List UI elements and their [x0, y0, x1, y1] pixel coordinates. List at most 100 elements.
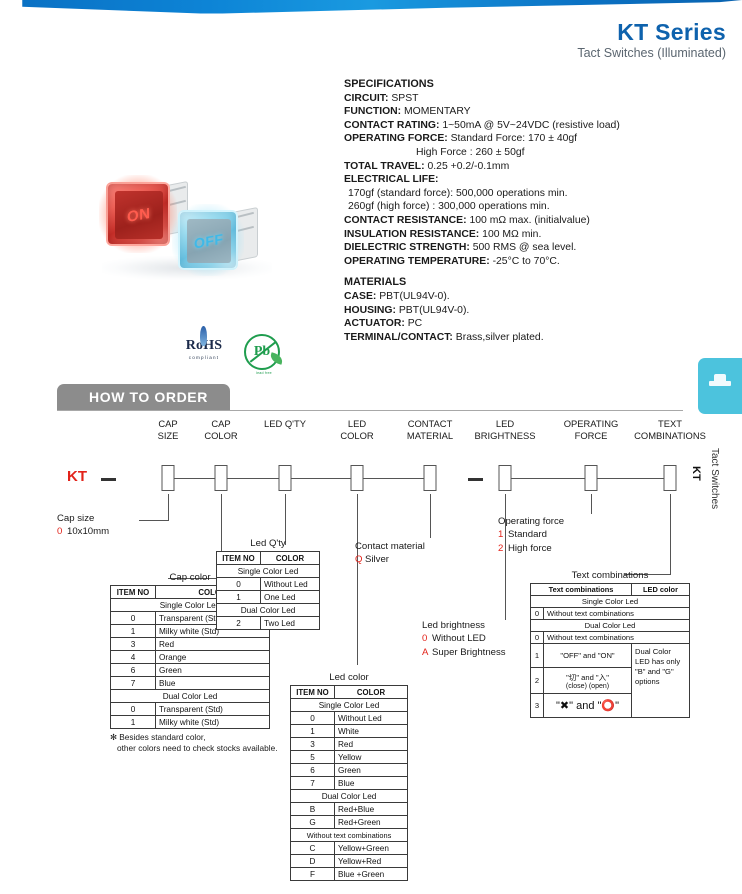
order-code-box-cap-color[interactable] [214, 465, 228, 491]
table-row: F Blue +Green [290, 867, 408, 881]
led-qty-group-dual: Dual Color Led [216, 603, 320, 617]
spec-dielectric-strength-label: DIELECTRIC STRENGTH: [344, 242, 470, 254]
table-header-row: Text combinations LED color [530, 583, 690, 596]
materials-heading: MATERIALS [344, 276, 407, 289]
spec-contact-resistance: CONTACT RESISTANCE: 100 mΩ max. (initial… [344, 214, 740, 228]
switch-icon-button-shape [714, 374, 726, 381]
col-opforce-l1: OPERATING [563, 418, 619, 429]
cap-color-note-line2: other colors need to check stocks availa… [117, 742, 278, 753]
table-row: 0 Without text combinations [530, 631, 690, 644]
led-color-value-2: Red [334, 737, 408, 751]
operating-force-title: Operating force [498, 516, 565, 527]
spec-dielectric-strength: DIELECTRIC STRENGTH: 500 RMS @ sea level… [344, 241, 740, 255]
material-case: CASE: PBT(UL94V-0). [344, 290, 740, 304]
spec-insulation-resistance-value: 100 MΩ min. [482, 228, 542, 240]
rohs-leaf-shape [200, 326, 207, 346]
order-code-box-led-color[interactable] [350, 465, 364, 491]
switch-blue-cap: OFF [178, 210, 238, 270]
switch-icon-base-shape [709, 381, 731, 386]
order-code-box-led-qty[interactable] [278, 465, 292, 491]
operating-force-option-1: 2 High force [498, 543, 564, 555]
table-row: 1 "OFF" and "ON" Dual Color LED has only… [530, 643, 690, 718]
cap-color-code-2: 3 [110, 637, 156, 651]
column-heading-led-qty: LED Q'TY [264, 418, 306, 430]
led-brightness-option-0: 0 Without LED [422, 633, 506, 645]
cap-color-value-5: Blue [155, 676, 270, 690]
led-color-value-3: Yellow [334, 750, 408, 764]
column-heading-cap-color: CAP COLOR [204, 418, 237, 441]
col-capsize-l1: CAP [158, 418, 178, 429]
cap-color-note: ✻ Besides standard color, other colors n… [110, 732, 278, 753]
tc-single-text-0: Without text combinations [543, 607, 690, 620]
cap-color-th-itemno: ITEM NO [110, 585, 156, 599]
order-code-box-text-combinations[interactable] [663, 465, 677, 491]
leader-text-comb-vertical [670, 500, 671, 574]
led-qty-code-0: 0 [216, 577, 261, 591]
tc-group-dual: Dual Color Led [530, 619, 690, 632]
spec-operating-temperature-label: OPERATING TEMPERATURE: [344, 255, 490, 267]
cap-color-code-1: 1 [110, 624, 156, 638]
table-row: 1 One Led [216, 590, 320, 604]
table-group-row: Single Color Led [290, 698, 408, 712]
order-code-box-operating-force[interactable] [584, 465, 598, 491]
col-textcomb-l1: TEXT [658, 418, 682, 429]
material-actuator: ACTUATOR: PC [344, 317, 740, 331]
led-color-code-0: 0 [290, 711, 335, 725]
led-color-wt-code-1: D [290, 854, 335, 868]
column-heading-text-combinations: TEXT COMBINATIONS [634, 418, 706, 441]
cap-color-value-3: Orange [155, 650, 270, 664]
lead-free-icon: Pb lead free [244, 334, 285, 375]
led-color-code-4: 6 [290, 763, 335, 777]
table-row: 3 Red [110, 637, 270, 651]
text-combinations-title: Text combinations [571, 570, 649, 581]
operating-force-option-0: 1 Standard [498, 529, 564, 541]
column-heading-contact-material: CONTACT MATERIAL [407, 418, 453, 441]
table-row: 7 Blue [290, 776, 408, 790]
order-code-box-contact-material[interactable] [423, 465, 437, 491]
table-row: 4 Orange [110, 650, 270, 664]
led-qty-dual-code-0: 2 [216, 616, 261, 630]
spec-operating-temperature: OPERATING TEMPERATURE: -25°C to 70°C. [344, 255, 740, 269]
spec-contact-rating-label: CONTACT RATING: [344, 119, 440, 131]
cap-size-annotation: Cap size 0 10x10mm [57, 513, 109, 539]
text-combinations-table: Text combinations LED color Single Color… [530, 583, 690, 718]
spec-total-travel-value: 0.25 +0.2/-0.1mm [427, 160, 510, 172]
spec-electrical-life-label: ELECTRICAL LIFE: [344, 173, 740, 187]
material-terminal-value: Brass,silver plated. [455, 331, 544, 343]
led-color-wt-value-1: Yellow+Red [334, 854, 408, 868]
led-color-wt-code-0: C [290, 841, 335, 855]
leader-operating-force-vertical [591, 500, 592, 514]
led-brightness-title: Led brightness [422, 620, 485, 631]
led-color-code-3: 5 [290, 750, 335, 764]
table-row: 7 Blue [110, 676, 270, 690]
table-row: 0 Transparent (Std) [110, 702, 270, 716]
certification-logos: RoHS compliant Pb lead free [176, 326, 326, 376]
led-brightness-option-0-text: Without LED [432, 633, 486, 645]
column-heading-operating-force: OPERATING FORCE [564, 418, 619, 441]
led-color-group-without-text: Without text combinations [290, 828, 408, 842]
table-row: C Yellow+Green [290, 841, 408, 855]
cap-color-dual-value-1: Milky white (Std) [155, 715, 270, 729]
led-qty-title: Led Q'ty [250, 538, 286, 549]
led-color-dual-code-1: G [290, 815, 335, 829]
order-code-box-led-brightness[interactable] [498, 465, 512, 491]
led-color-value-0: Without Led [334, 711, 408, 725]
tc-combo-sub-1: (close) (open) [565, 682, 610, 690]
tc-dual-text-0: Without text combinations [543, 631, 690, 644]
led-color-code-1: 1 [290, 724, 335, 738]
specifications-block: SPECIFICATIONS CIRCUIT: SPST FUNCTION: M… [344, 78, 740, 344]
how-to-order-banner: HOW TO ORDER [57, 384, 230, 410]
table-row: 0 Without Led [290, 711, 408, 725]
side-tab[interactable] [698, 358, 742, 414]
col-ledbright-l2: BRIGHTNESS [474, 429, 536, 441]
table-group-row: Dual Color Led [110, 689, 270, 703]
table-row: G Red+Green [290, 815, 408, 829]
led-color-code-5: 7 [290, 776, 335, 790]
col-contactmat-l2: MATERIAL [406, 429, 454, 441]
contact-material-option-0-code: Q [355, 554, 363, 566]
switch-red-cap: ON [106, 182, 170, 246]
operating-force-option-1-text: High force [508, 542, 552, 554]
order-code-box-cap-size[interactable] [161, 465, 175, 491]
led-color-dual-value-0: Red+Blue [334, 802, 408, 816]
led-color-th-itemno: ITEM NO [290, 685, 335, 699]
